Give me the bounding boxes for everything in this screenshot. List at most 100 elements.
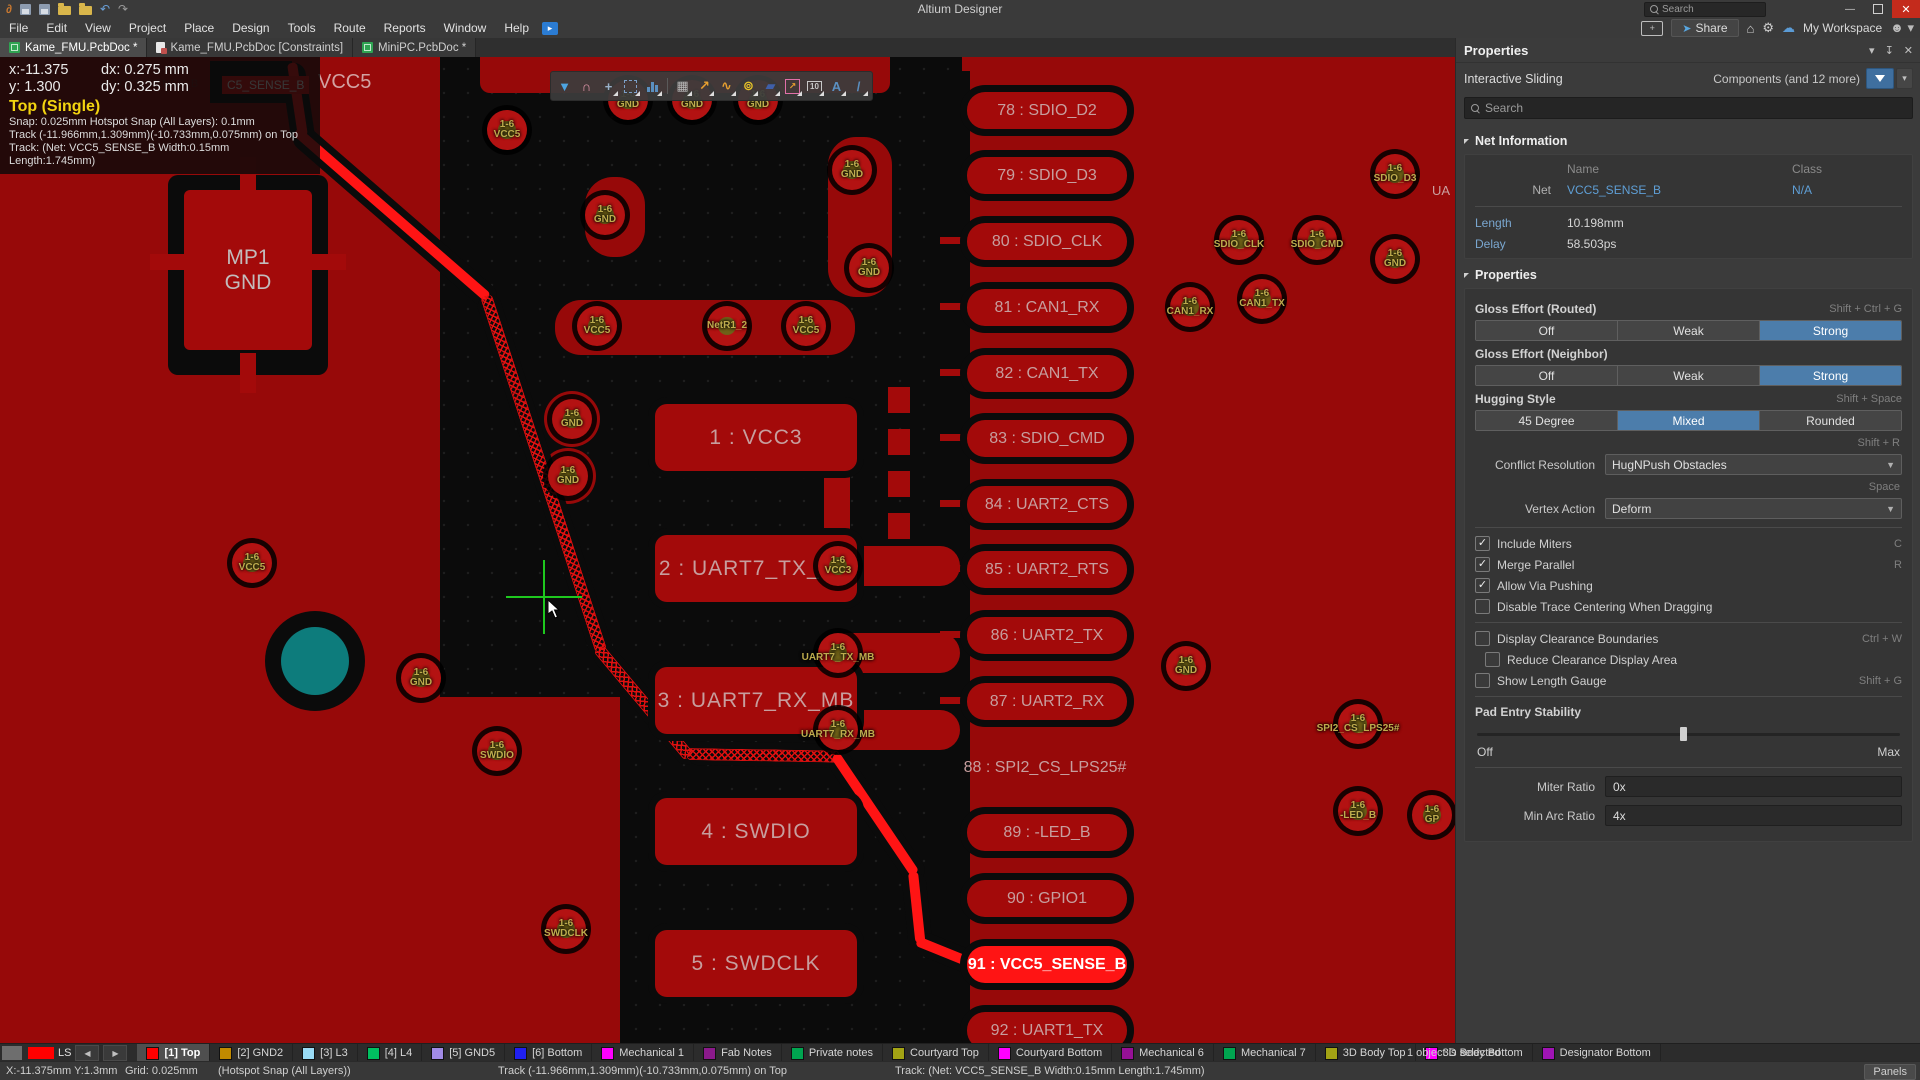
- option-weak[interactable]: Weak: [1618, 321, 1760, 340]
- via-UART7_TX_MB[interactable]: 1-6UART7_TX_MB: [818, 633, 858, 673]
- pad-78-SDIO_D2[interactable]: 78 : SDIO_D2: [967, 92, 1127, 129]
- share-button[interactable]: ➤ Share: [1671, 19, 1738, 37]
- via-GND[interactable]: 1-6GND: [1375, 239, 1415, 279]
- via-VCC3[interactable]: 1-6VCC3: [818, 546, 858, 586]
- unchecked-checkbox[interactable]: [1475, 673, 1490, 688]
- document-tab[interactable]: Kame_FMU.PcbDoc *: [0, 38, 147, 57]
- net-class-link[interactable]: N/A: [1792, 183, 1902, 197]
- line-icon[interactable]: /: [848, 75, 869, 97]
- slider-thumb[interactable]: [1680, 727, 1687, 741]
- comment-icon[interactable]: +: [1641, 21, 1663, 36]
- document-tab[interactable]: Kame_FMU.PcbDoc [Constraints]: [147, 38, 353, 57]
- via-VCC5[interactable]: 1-6VCC5: [487, 110, 527, 150]
- menu-window[interactable]: Window: [435, 21, 496, 35]
- layer-tab-Designator-Bottom[interactable]: Designator Bottom: [1533, 1044, 1661, 1062]
- option-off[interactable]: Off: [1476, 366, 1618, 385]
- layer-tab--2-GND2[interactable]: [2] GND2: [210, 1044, 293, 1062]
- string-icon[interactable]: A: [826, 75, 847, 97]
- pad-89-LED_B[interactable]: 89 : -LED_B: [967, 814, 1127, 851]
- layer-tab-Private-notes[interactable]: Private notes: [782, 1044, 883, 1062]
- menu-edit[interactable]: Edit: [37, 21, 76, 35]
- via-GND[interactable]: 1-6GND: [832, 150, 872, 190]
- panel-close-icon[interactable]: ✕: [1904, 44, 1913, 57]
- layer-tab--4-L4[interactable]: [4] L4: [358, 1044, 423, 1062]
- via-SDIO_D3[interactable]: 1-6SDIO_D3: [1375, 154, 1415, 194]
- option-45-degree[interactable]: 45 Degree: [1476, 411, 1618, 430]
- selection-box-icon[interactable]: [620, 75, 641, 97]
- via-UART7_RX_MB[interactable]: 1-6UART7_RX_MB: [818, 710, 858, 750]
- layer-tab-Courtyard-Top[interactable]: Courtyard Top: [883, 1044, 989, 1062]
- via-SPI2_CS_LPS25-[interactable]: 1-6SPI2_CS_LPS25#: [1338, 704, 1378, 744]
- option-strong[interactable]: Strong: [1760, 366, 1901, 385]
- filter-scope-label[interactable]: Components (and 12 more): [1713, 72, 1860, 86]
- checked-checkbox[interactable]: ✓: [1475, 557, 1490, 572]
- miter-ratio-input[interactable]: 0x: [1605, 776, 1902, 797]
- dimension-icon[interactable]: 10: [804, 75, 825, 97]
- via-VCC5[interactable]: 1-6VCC5: [577, 306, 617, 346]
- scroll-layers-right-button[interactable]: ▶: [103, 1045, 127, 1061]
- option-off[interactable]: Off: [1476, 321, 1618, 340]
- via-GND[interactable]: 1-6GND: [548, 456, 588, 496]
- pad-4-SWDIO[interactable]: 4 : SWDIO: [655, 798, 857, 865]
- vertex-action-select[interactable]: Deform ▼: [1605, 498, 1902, 519]
- pad-85-UART2_RTS[interactable]: 85 : UART2_RTS: [967, 551, 1127, 588]
- option-rounded[interactable]: Rounded: [1760, 411, 1901, 430]
- pad-5-SWDCLK[interactable]: 5 : SWDCLK: [655, 930, 857, 997]
- panels-button[interactable]: Panels: [1864, 1064, 1916, 1080]
- component-icon[interactable]: ▦: [672, 75, 693, 97]
- route-icon[interactable]: ↗: [694, 75, 715, 97]
- layer-tab--3-L3[interactable]: [3] L3: [293, 1044, 358, 1062]
- unchecked-checkbox[interactable]: [1475, 631, 1490, 646]
- pad-82-CAN1_TX[interactable]: 82 : CAN1_TX: [967, 355, 1127, 392]
- section-net-information[interactable]: Net Information: [1456, 127, 1920, 152]
- pad-mp1-gnd[interactable]: MP1 GND: [184, 190, 312, 350]
- panel-search-input[interactable]: Search: [1464, 97, 1913, 119]
- pad-87-UART2_RX[interactable]: 87 : UART2_RX: [967, 683, 1127, 720]
- option-mixed[interactable]: Mixed: [1618, 411, 1760, 430]
- polygon-pour-icon[interactable]: ▰: [760, 75, 781, 97]
- pad-92-UART1_TX[interactable]: 92 : UART1_TX: [967, 1012, 1127, 1043]
- net-name-link[interactable]: VCC5_SENSE_B: [1567, 183, 1792, 197]
- layer-tab--6-Bottom[interactable]: [6] Bottom: [505, 1044, 592, 1062]
- via-GND[interactable]: 1-6GND: [1166, 646, 1206, 686]
- filter-icon[interactable]: ▼: [554, 75, 575, 97]
- room-icon[interactable]: ↗: [782, 75, 803, 97]
- histogram-icon[interactable]: [642, 75, 663, 97]
- minimize-button[interactable]: —: [1836, 0, 1864, 18]
- menu-route[interactable]: Route: [325, 21, 375, 35]
- min-arc-ratio-input[interactable]: 4x: [1605, 805, 1902, 826]
- pad-83-SDIO_CMD[interactable]: 83 : SDIO_CMD: [967, 420, 1127, 457]
- unchecked-checkbox[interactable]: [1485, 652, 1500, 667]
- filter-button[interactable]: [1866, 68, 1894, 89]
- via-GND[interactable]: 1-6GND: [585, 195, 625, 235]
- checked-checkbox[interactable]: ✓: [1475, 536, 1490, 551]
- layer-color-button[interactable]: [2, 1046, 22, 1060]
- layer-tab-Fab-Notes[interactable]: Fab Notes: [694, 1044, 782, 1062]
- menu-tools[interactable]: Tools: [279, 21, 325, 35]
- close-button[interactable]: ✕: [1892, 0, 1920, 18]
- layer-tab-Mechanical-7[interactable]: Mechanical 7: [1214, 1044, 1316, 1062]
- layer-tab--5-GND5[interactable]: [5] GND5: [422, 1044, 505, 1062]
- panel-pin-icon[interactable]: ↧: [1885, 44, 1894, 57]
- via-GND[interactable]: 1-6GND: [401, 658, 441, 698]
- settings-gear-icon[interactable]: ⚙: [1762, 20, 1774, 36]
- pad-80-SDIO_CLK[interactable]: 80 : SDIO_CLK: [967, 223, 1127, 260]
- pad-1-VCC3[interactable]: 1 : VCC3: [655, 404, 857, 471]
- panel-dropdown-icon[interactable]: ▾: [1869, 44, 1875, 57]
- checked-checkbox[interactable]: ✓: [1475, 578, 1490, 593]
- pad-86-UART2_TX[interactable]: 86 : UART2_TX: [967, 617, 1127, 654]
- option-strong[interactable]: Strong: [1760, 321, 1901, 340]
- via-VCC5[interactable]: 1-6VCC5: [232, 543, 272, 583]
- via-SWDCLK[interactable]: 1-6SWDCLK: [546, 909, 586, 949]
- magnet-icon[interactable]: ∩: [576, 75, 597, 97]
- via-icon[interactable]: ⊚: [738, 75, 759, 97]
- via-SWDIO[interactable]: 1-6SWDIO: [477, 731, 517, 771]
- layer-tab--1-Top[interactable]: [1] Top: [137, 1044, 210, 1062]
- pad-entry-stability-slider[interactable]: [1477, 727, 1900, 741]
- workspace-label[interactable]: My Workspace: [1803, 21, 1882, 35]
- scroll-layers-left-button[interactable]: ◀: [75, 1045, 99, 1061]
- unchecked-checkbox[interactable]: [1475, 599, 1490, 614]
- menu-file[interactable]: File: [0, 21, 37, 35]
- menu-help[interactable]: Help: [495, 21, 538, 35]
- titlebar-search-input[interactable]: Search: [1644, 2, 1766, 17]
